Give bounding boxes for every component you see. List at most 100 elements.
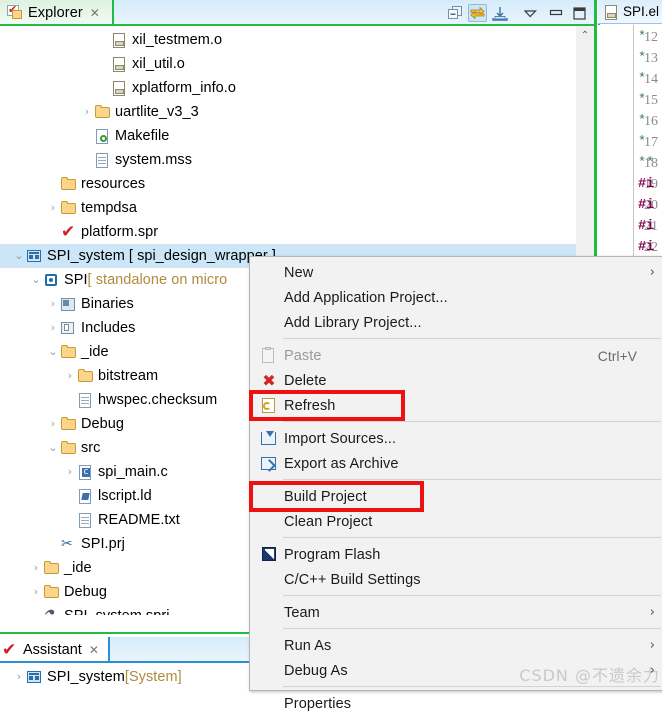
code-line[interactable]: **	[638, 153, 654, 174]
tree-item-label: bitstream	[98, 368, 159, 384]
code-line[interactable]: *	[638, 111, 646, 132]
link-with-editor-icon[interactable]	[468, 4, 487, 22]
assistant-item-suffix: [System]	[124, 669, 182, 685]
chevron-down-icon[interactable]: ⌄	[12, 249, 26, 263]
chevron-right-icon[interactable]: ›	[46, 201, 60, 215]
tab-assistant[interactable]: ✔ Assistant ✕	[0, 637, 110, 663]
folder-icon	[60, 416, 77, 433]
code-line[interactable]: *	[638, 69, 646, 90]
tree-item[interactable]: › uartlite_v3_3	[0, 100, 576, 124]
menu-item[interactable]: Run As ›	[251, 633, 662, 658]
chevron-down-icon[interactable]: ⌄	[46, 345, 60, 359]
chevron-right-icon[interactable]: ›	[46, 297, 60, 311]
tree-item[interactable]: › xil_util.o	[0, 52, 576, 76]
chevron-down-icon[interactable]: ⌄	[46, 441, 60, 455]
chevron-right-icon[interactable]: ›	[29, 585, 43, 599]
project-context-menu[interactable]: CSDN @不遗余力 New › Add Application Project..…	[249, 256, 662, 712]
chevron-down-icon[interactable]: ⌄	[29, 273, 43, 287]
chevron-right-icon[interactable]: ›	[650, 638, 655, 653]
menu-item[interactable]: Paste Ctrl+V	[251, 343, 662, 368]
menu-item[interactable]: Debug As ›	[251, 658, 662, 683]
menu-item[interactable]: Import Sources...	[251, 426, 662, 451]
menu-item[interactable]: Clean Project	[251, 509, 662, 534]
paste-icon	[258, 346, 280, 365]
tab-explorer-label: Explorer	[28, 5, 83, 21]
tree-item-label: spi_main.c	[98, 464, 168, 480]
tree-spacer: ›	[63, 489, 77, 503]
code-line[interactable]: *	[638, 90, 646, 111]
tree-item-label: Debug	[81, 416, 124, 432]
tree-spacer: ›	[29, 609, 43, 615]
folder-icon	[60, 344, 77, 361]
menu-item[interactable]: Program Flash	[251, 542, 662, 567]
code-line[interactable]: #i	[638, 195, 654, 216]
menu-item[interactable]: Team ›	[251, 600, 662, 625]
tree-spacer: ›	[46, 177, 60, 191]
focus-on-active-task-icon[interactable]	[490, 4, 509, 22]
tree-item-label: Includes	[81, 320, 136, 336]
chevron-right-icon[interactable]: ›	[63, 369, 77, 383]
tree-item[interactable]: › tempdsa	[0, 196, 576, 220]
menu-item[interactable]: C/C++ Build Settings	[251, 567, 662, 592]
code-line[interactable]: *	[638, 132, 646, 153]
scroll-up-icon[interactable]: ⌃	[576, 28, 594, 42]
linker-script-icon	[77, 488, 94, 505]
chevron-right-icon[interactable]: ›	[46, 417, 60, 431]
tab-spi-elf[interactable]: SPI.el	[598, 0, 662, 24]
chevron-right-icon[interactable]: ›	[63, 465, 77, 479]
menu-item-label: New	[284, 264, 314, 281]
tree-item[interactable]: › system.mss	[0, 148, 576, 172]
code-line[interactable]: *	[638, 48, 646, 69]
c-source-icon	[77, 464, 94, 481]
tree-item[interactable]: › Makefile	[0, 124, 576, 148]
chevron-right-icon[interactable]: ›	[650, 265, 655, 280]
menu-icon-blank	[258, 571, 280, 589]
tree-item[interactable]: › xplatform_info.o	[0, 76, 576, 100]
tab-explorer[interactable]: ✔ Explorer ✕	[0, 0, 114, 26]
tab-assistant-label: Assistant	[23, 642, 82, 658]
code-line[interactable]: #i	[638, 216, 654, 237]
menu-item[interactable]: Export as Archive	[251, 451, 662, 476]
annotation-highlight-box	[249, 481, 424, 512]
menu-separator	[283, 628, 661, 629]
menu-item[interactable]: Add Application Project...	[251, 285, 662, 310]
menu-item-label: Import Sources...	[284, 430, 397, 447]
maximize-view-icon[interactable]	[570, 4, 589, 22]
code-line[interactable]: #i	[638, 237, 654, 258]
menu-item[interactable]: Properties	[251, 691, 662, 716]
chevron-right-icon[interactable]: ›	[46, 321, 60, 335]
menu-item-label: C/C++ Build Settings	[284, 571, 421, 588]
menu-item[interactable]: Add Library Project...	[251, 310, 662, 335]
close-icon[interactable]: ✕	[89, 643, 99, 657]
menu-item-label: Clean Project	[284, 513, 373, 530]
view-menu-icon[interactable]	[521, 4, 540, 22]
tree-item-label: Binaries	[81, 296, 134, 312]
chevron-right-icon[interactable]: ›	[29, 561, 43, 575]
tree-spacer: ›	[97, 33, 111, 47]
tree-spacer: ›	[46, 537, 60, 551]
tree-item-label: SPI_system [ spi_design_wrapper ]	[47, 248, 276, 264]
chevron-right-icon[interactable]: ›	[12, 670, 26, 684]
menu-icon-blank	[258, 264, 280, 282]
system-icon	[26, 669, 43, 686]
folder-icon	[60, 176, 77, 193]
code-line[interactable]: *	[638, 27, 646, 48]
tree-spacer: ›	[97, 57, 111, 71]
code-line[interactable]: #i	[638, 174, 654, 195]
tree-item[interactable]: › resources	[0, 172, 576, 196]
tree-item[interactable]: › xil_testmem.o	[0, 28, 576, 52]
menu-icon-blank	[258, 513, 280, 531]
tree-item-label: platform.spr	[81, 224, 159, 240]
menu-item[interactable]: New ›	[251, 260, 662, 285]
menu-item-label: Program Flash	[284, 546, 381, 563]
tree-item[interactable]: ›✔ platform.spr	[0, 220, 576, 244]
folder-icon	[94, 104, 111, 121]
chevron-right-icon[interactable]: ›	[650, 605, 655, 620]
minimize-view-icon[interactable]	[546, 4, 565, 22]
chevron-right-icon[interactable]: ›	[80, 105, 94, 119]
chevron-right-icon[interactable]: ›	[650, 663, 655, 678]
close-icon[interactable]: ✕	[90, 6, 100, 20]
menu-icon-blank	[258, 695, 280, 713]
collapse-all-icon[interactable]	[446, 4, 465, 22]
folder-icon	[77, 368, 94, 385]
